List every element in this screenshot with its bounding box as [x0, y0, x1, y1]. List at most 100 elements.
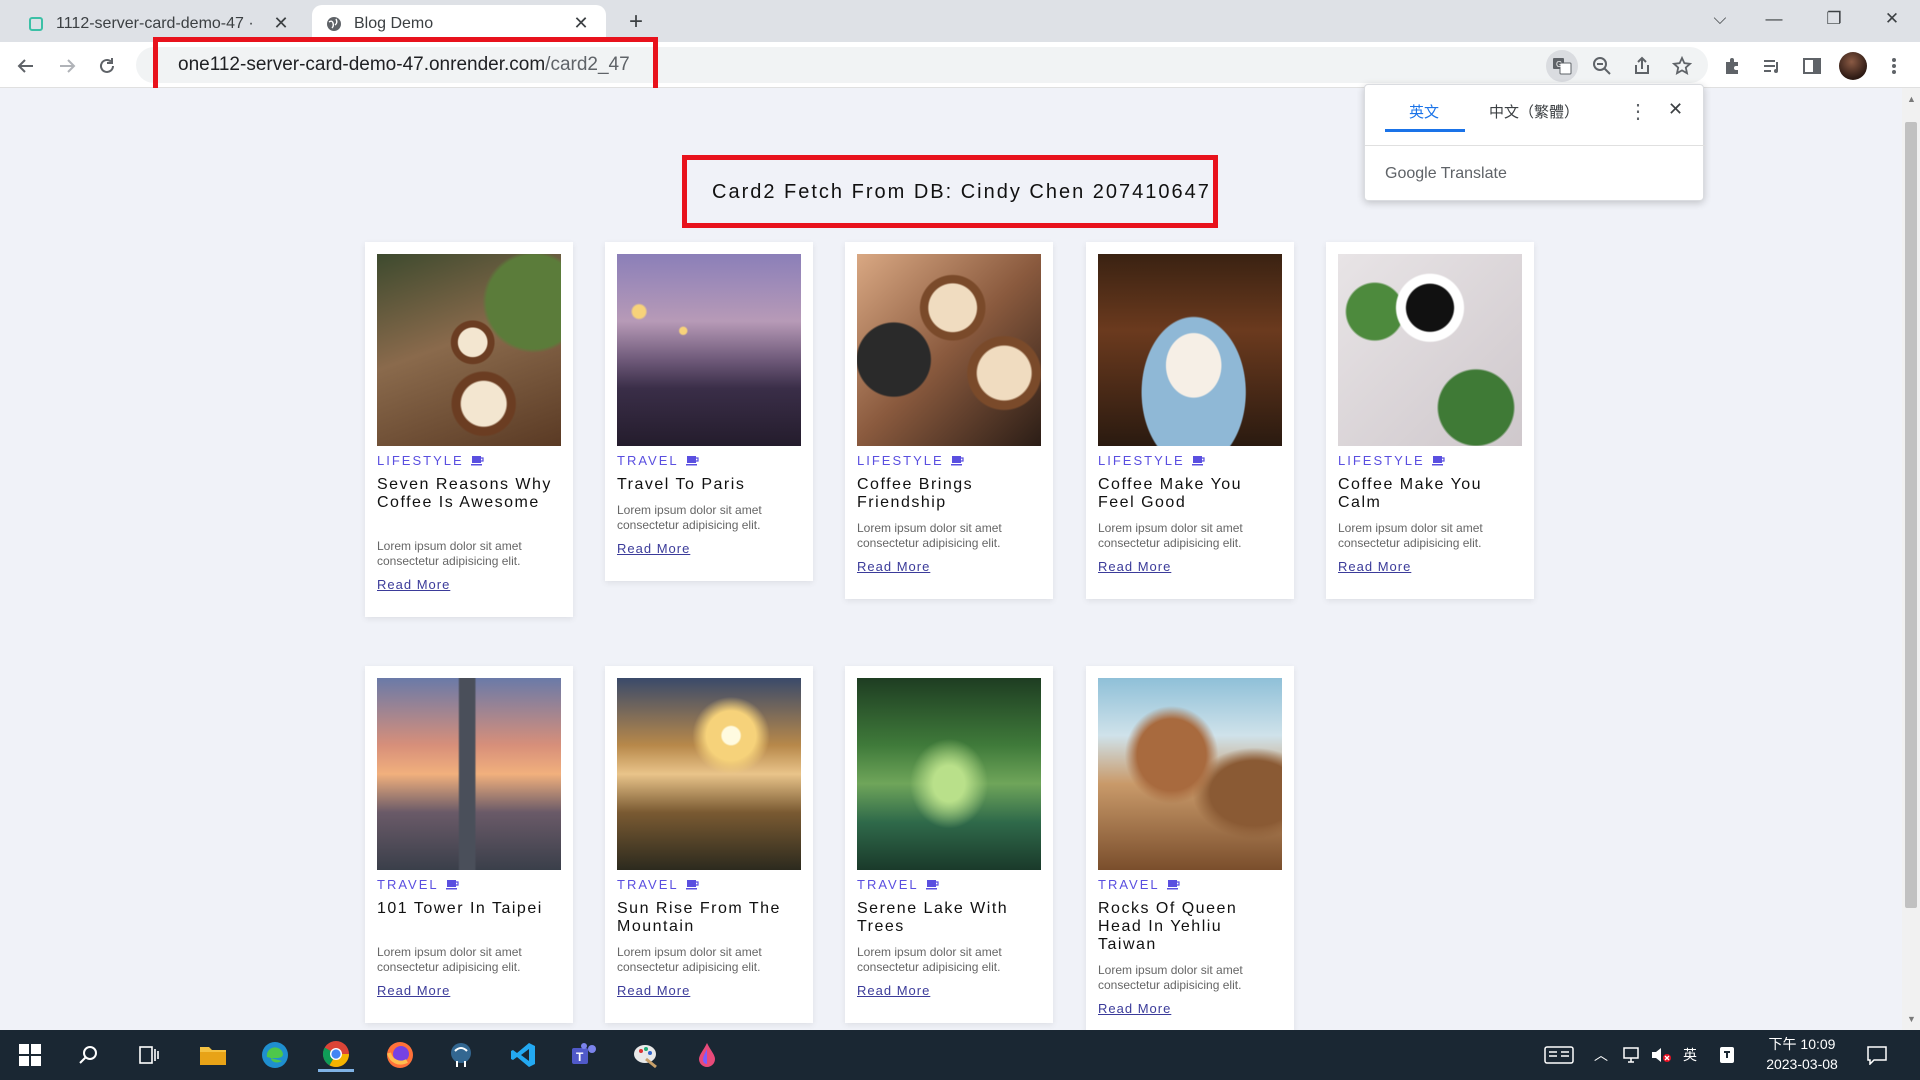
read-more-link[interactable]: Read More — [377, 577, 450, 592]
share-icon[interactable] — [1626, 50, 1658, 82]
scroll-down-icon[interactable]: ▼ — [1907, 1014, 1916, 1024]
heading-highlight-box — [682, 155, 1218, 228]
ime-mode-indicator[interactable]: 英 — [1683, 1030, 1697, 1080]
drop-icon[interactable] — [689, 1038, 725, 1072]
vscode-icon[interactable] — [505, 1038, 541, 1072]
coffee-cup-icon — [1191, 456, 1205, 466]
tab-close-icon[interactable]: ✕ — [570, 13, 592, 35]
show-hidden-icons-chevron-icon[interactable]: ︿ — [1594, 1030, 1608, 1080]
browser-tab-strip: 1112-server-card-demo-47 · ✕ Blog Demo ✕… — [0, 0, 1920, 42]
read-more-link[interactable]: Read More — [1098, 1001, 1171, 1016]
page-content: Card2 Fetch From DB: Cindy Chen 20741064… — [0, 88, 1902, 1030]
search-icon[interactable] — [71, 1038, 107, 1072]
paint-icon[interactable] — [628, 1038, 664, 1072]
read-more-link[interactable]: Read More — [617, 541, 690, 556]
card-title: Seven Reasons Why Coffee Is Awesome — [377, 476, 552, 511]
blog-card: TRAVEL Rocks Of Queen Head In Yehliu Tai… — [1086, 666, 1294, 1030]
translate-menu-icon[interactable]: ⋮ — [1628, 99, 1648, 124]
reload-button[interactable] — [91, 50, 123, 82]
profile-avatar[interactable] — [1839, 52, 1867, 80]
card-title: Sun Rise From The Mountain — [617, 900, 781, 935]
coffee-cup-icon — [445, 880, 459, 890]
new-tab-button[interactable]: + — [622, 8, 650, 36]
zoom-icon[interactable] — [1586, 50, 1618, 82]
translate-target-tab[interactable]: 中文（繁體） — [1489, 101, 1579, 122]
media-playlist-icon[interactable] — [1756, 50, 1788, 82]
read-more-link[interactable]: Read More — [1338, 559, 1411, 574]
chrome-icon[interactable] — [318, 1038, 354, 1072]
minimize-button[interactable]: — — [1746, 0, 1802, 38]
card-category: TRAVEL — [617, 877, 699, 892]
google-translate-brand: Google Translate — [1385, 165, 1507, 182]
translate-close-icon[interactable]: ✕ — [1668, 99, 1683, 120]
scroll-up-icon[interactable]: ▲ — [1907, 94, 1916, 104]
svg-text:T: T — [576, 1050, 584, 1064]
volume-muted-icon[interactable] — [1650, 1030, 1672, 1080]
translate-source-tab[interactable]: 英文 — [1409, 101, 1439, 122]
card-category: TRAVEL — [617, 453, 699, 468]
task-view-icon[interactable] — [131, 1038, 167, 1072]
active-tab-indicator — [1385, 129, 1465, 132]
back-button[interactable] — [10, 50, 42, 82]
ime-settings-icon[interactable] — [1718, 1030, 1736, 1080]
tab-search-chevron-icon[interactable]: ⌵ — [1692, 0, 1748, 38]
taskbar-clock[interactable]: 下午 10:09 2023-03-08 — [1752, 1034, 1852, 1074]
card-image — [857, 678, 1041, 870]
blog-card: LIFESTYLE Coffee Make You Calm Lorem ips… — [1326, 242, 1534, 599]
card-title: 101 Tower In Taipei — [377, 900, 543, 917]
teams-icon[interactable]: T — [566, 1038, 602, 1072]
read-more-link[interactable]: Read More — [617, 983, 690, 998]
arrow-left-icon — [17, 59, 33, 73]
restore-button[interactable]: ❐ — [1806, 0, 1862, 38]
card-category-label: LIFESTYLE — [857, 453, 944, 468]
card-title: Coffee Brings Friendship — [857, 476, 974, 511]
read-more-link[interactable]: Read More — [377, 983, 450, 998]
windows-start-icon[interactable] — [12, 1038, 48, 1072]
card-category-label: LIFESTYLE — [1098, 453, 1185, 468]
scrollbar-thumb[interactable] — [1905, 122, 1917, 908]
notifications-icon[interactable] — [1866, 1030, 1888, 1080]
card-category: TRAVEL — [377, 877, 459, 892]
card-description: Lorem ipsum dolor sit amet consectetur a… — [377, 539, 522, 568]
read-more-link[interactable]: Read More — [857, 983, 930, 998]
close-window-button[interactable]: ✕ — [1864, 0, 1920, 38]
kebab-menu-icon[interactable] — [1878, 50, 1910, 82]
file-explorer-icon[interactable] — [195, 1038, 231, 1072]
card-category-label: TRAVEL — [617, 877, 679, 892]
read-more-link[interactable]: Read More — [1098, 559, 1171, 574]
card-category-label: TRAVEL — [857, 877, 919, 892]
coffee-cup-icon — [950, 456, 964, 466]
card-category: TRAVEL — [1098, 877, 1180, 892]
blog-card: TRAVEL Sun Rise From The Mountain Lorem … — [605, 666, 813, 1023]
edge-icon[interactable] — [257, 1038, 293, 1072]
side-panel-icon[interactable] — [1796, 50, 1828, 82]
card-description: Lorem ipsum dolor sit amet consectetur a… — [1098, 521, 1243, 550]
arrow-right-icon — [60, 59, 76, 73]
card-category: TRAVEL — [857, 877, 939, 892]
vertical-scrollbar[interactable]: ▲ ▼ — [1902, 88, 1920, 1030]
read-more-link[interactable]: Read More — [857, 559, 930, 574]
bookmark-star-icon[interactable] — [1666, 50, 1698, 82]
card-image — [377, 254, 561, 446]
card-description: Lorem ipsum dolor sit amet consectetur a… — [857, 521, 1002, 550]
blog-card: LIFESTYLE Coffee Brings Friendship Lorem… — [845, 242, 1053, 599]
firefox-icon[interactable] — [382, 1038, 418, 1072]
card-image — [1098, 678, 1282, 870]
input-indicator-icon[interactable] — [1544, 1030, 1574, 1080]
forward-button[interactable] — [51, 50, 83, 82]
tab-title: Blog Demo — [354, 14, 434, 32]
coffee-cup-icon — [685, 880, 699, 890]
translate-icon[interactable]: G — [1546, 50, 1578, 82]
postgresql-icon[interactable] — [443, 1038, 479, 1072]
clock-date: 2023-03-08 — [1766, 1056, 1838, 1072]
tab-close-icon[interactable]: ✕ — [270, 13, 292, 35]
card-description: Lorem ipsum dolor sit amet consectetur a… — [617, 945, 762, 974]
card-category: LIFESTYLE — [1098, 453, 1205, 468]
network-icon[interactable] — [1622, 1030, 1642, 1080]
card-title: Coffee Make You Calm — [1338, 476, 1483, 511]
coffee-cup-icon — [925, 880, 939, 890]
reload-icon — [100, 58, 114, 73]
extensions-puzzle-icon[interactable] — [1716, 50, 1748, 82]
card-category-label: TRAVEL — [377, 877, 439, 892]
card-description: Lorem ipsum dolor sit amet consectetur a… — [617, 503, 762, 532]
